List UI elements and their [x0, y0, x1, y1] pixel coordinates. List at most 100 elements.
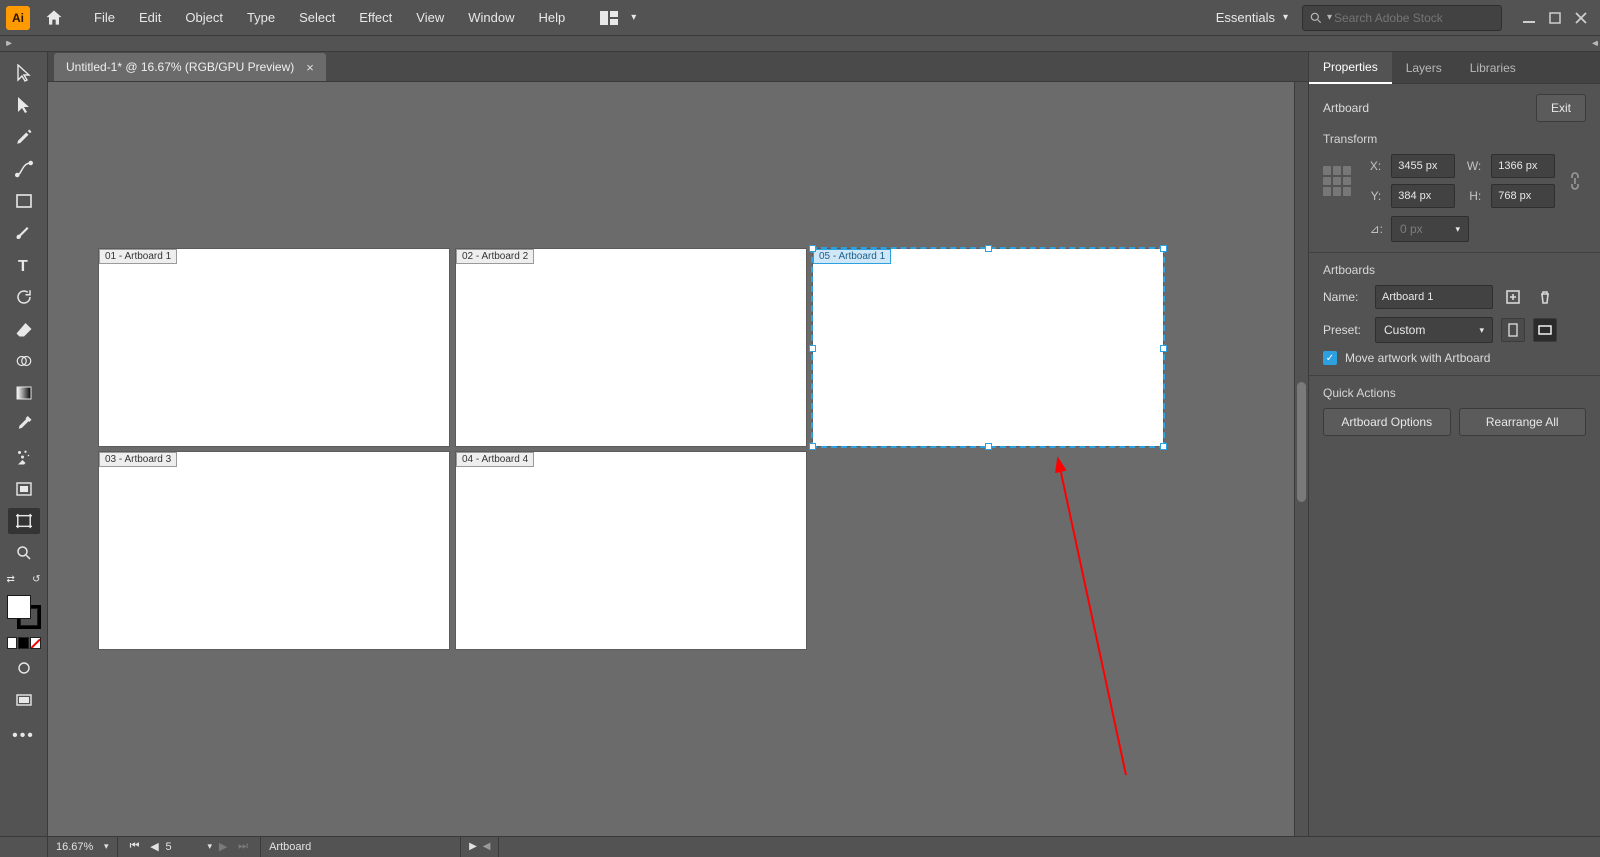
eyedropper-tool-icon[interactable]	[8, 412, 40, 438]
last-artboard-icon[interactable]: ⏭	[234, 838, 252, 856]
rectangle-tool-icon[interactable]	[8, 188, 40, 214]
constrain-proportions-icon[interactable]	[1563, 169, 1586, 193]
color-mode-row[interactable]	[7, 637, 41, 649]
menu-window[interactable]: Window	[456, 0, 526, 36]
panel-header-label: Artboard	[1323, 101, 1369, 115]
menu-effect[interactable]: Effect	[347, 0, 404, 36]
direct-selection-tool-icon[interactable]	[8, 92, 40, 118]
resize-handle[interactable]	[1160, 345, 1167, 352]
workspace-switcher[interactable]: Essentials ▾	[1202, 10, 1302, 25]
artboard-label: 03 - Artboard 3	[99, 452, 177, 467]
arrange-documents-icon[interactable]	[593, 5, 625, 31]
menu-object[interactable]: Object	[173, 0, 235, 36]
artboard-index-field[interactable]	[166, 841, 206, 853]
canvas[interactable]: 01 - Artboard 1 02 - Artboard 2 03 - Artbo…	[48, 82, 1308, 836]
panel-tab-properties[interactable]: Properties	[1309, 52, 1392, 84]
y-field[interactable]	[1391, 184, 1455, 208]
status-play-icon[interactable]: ▶	[469, 841, 477, 852]
home-icon[interactable]	[40, 4, 68, 32]
stock-search[interactable]: ▾	[1302, 5, 1502, 31]
resize-handle[interactable]	[1160, 443, 1167, 450]
pen-tool-icon[interactable]	[8, 124, 40, 150]
resize-handle[interactable]	[809, 443, 816, 450]
stock-search-input[interactable]	[1334, 11, 1495, 25]
menu-file[interactable]: File	[82, 0, 127, 36]
zoom-field[interactable]: ▾	[48, 837, 118, 857]
close-tab-icon[interactable]: ×	[306, 60, 314, 75]
rotate-tool-icon[interactable]	[8, 284, 40, 310]
h-field[interactable]	[1491, 184, 1555, 208]
canvas-scrollbar-vertical[interactable]	[1294, 82, 1308, 836]
resize-handle[interactable]	[809, 245, 816, 252]
zoom-tool-icon[interactable]	[8, 540, 40, 566]
exit-button[interactable]: Exit	[1536, 94, 1586, 122]
gradient-tool-icon[interactable]	[8, 380, 40, 406]
panel-tab-libraries[interactable]: Libraries	[1456, 52, 1530, 84]
shape-builder-tool-icon[interactable]	[8, 348, 40, 374]
fill-stroke-swatch[interactable]	[7, 595, 41, 629]
artboard-04[interactable]: 04 - Artboard 4	[456, 452, 806, 649]
menu-type[interactable]: Type	[235, 0, 287, 36]
expand-right-icon[interactable]: ◂◂	[1592, 38, 1594, 49]
first-artboard-icon[interactable]: ⏮	[126, 838, 144, 856]
menubar: Ai FileEditObjectTypeSelectEffectViewWin…	[0, 0, 1600, 36]
workspace-label: Essentials	[1216, 10, 1275, 25]
expand-left-icon[interactable]: ▸▸	[6, 38, 8, 49]
artboards-section-title: Artboards	[1323, 263, 1586, 277]
resize-handle[interactable]	[985, 443, 992, 450]
resize-handle[interactable]	[1160, 245, 1167, 252]
artboard-tool-icon[interactable]	[8, 508, 40, 534]
move-artwork-label: Move artwork with Artboard	[1345, 351, 1490, 365]
next-artboard-icon[interactable]: ▶	[214, 838, 232, 856]
name-label: Name:	[1323, 290, 1367, 304]
artboard-02[interactable]: 02 - Artboard 2	[456, 249, 806, 446]
type-tool-icon[interactable]: T	[8, 252, 40, 278]
default-fill-stroke-icon[interactable]: ↺	[32, 574, 40, 585]
document-tab[interactable]: Untitled-1* @ 16.67% (RGB/GPU Preview) ×	[54, 53, 326, 81]
screen-mode-icon[interactable]	[8, 687, 40, 713]
rearrange-all-button[interactable]: Rearrange All	[1459, 408, 1587, 436]
menu-select[interactable]: Select	[287, 0, 347, 36]
maximize-icon[interactable]	[1542, 6, 1568, 30]
chevron-down-icon[interactable]: ▾	[631, 12, 636, 23]
orientation-portrait-icon[interactable]	[1501, 318, 1525, 342]
document-tabbar: Untitled-1* @ 16.67% (RGB/GPU Preview) ×	[48, 52, 1308, 82]
new-artboard-icon[interactable]	[1501, 285, 1525, 309]
eraser-tool-icon[interactable]	[8, 316, 40, 342]
artboard-05[interactable]: 05 - Artboard 1	[813, 249, 1163, 446]
symbol-sprayer-tool-icon[interactable]	[8, 444, 40, 470]
minimize-icon[interactable]	[1516, 6, 1542, 30]
edit-toolbar-icon[interactable]: •••	[12, 727, 35, 745]
paintbrush-tool-icon[interactable]	[8, 220, 40, 246]
properties-panel: PropertiesLayersLibraries Artboard Exit …	[1308, 52, 1600, 836]
selection-tool-icon[interactable]	[8, 60, 40, 86]
menu-help[interactable]: Help	[526, 0, 577, 36]
h-label: H:	[1465, 189, 1481, 203]
menu-view[interactable]: View	[404, 0, 456, 36]
reference-point-grid[interactable]	[1323, 166, 1351, 196]
orientation-landscape-icon[interactable]	[1533, 318, 1557, 342]
artboard-01[interactable]: 01 - Artboard 1	[99, 249, 449, 446]
preset-select[interactable]: Custom ▾	[1375, 317, 1493, 343]
tools-panel: T ⇄ ↺ •••	[0, 52, 48, 836]
place-tool-icon[interactable]	[8, 476, 40, 502]
w-field[interactable]	[1491, 154, 1555, 178]
draw-mode-icon[interactable]	[8, 655, 40, 681]
curvature-tool-icon[interactable]	[8, 156, 40, 182]
prev-artboard-icon[interactable]: ◀	[146, 838, 164, 856]
x-field[interactable]	[1391, 154, 1455, 178]
swap-fill-stroke-icon[interactable]: ⇄	[7, 574, 15, 585]
panel-tab-layers[interactable]: Layers	[1392, 52, 1456, 84]
artboard-03[interactable]: 03 - Artboard 3	[99, 452, 449, 649]
artboard-label: 02 - Artboard 2	[456, 249, 534, 264]
menu-edit[interactable]: Edit	[127, 0, 173, 36]
resize-handle[interactable]	[809, 345, 816, 352]
artboard-name-field[interactable]	[1375, 285, 1493, 309]
artboard-options-button[interactable]: Artboard Options	[1323, 408, 1451, 436]
move-artwork-checkbox[interactable]: ✓	[1323, 351, 1337, 365]
delete-artboard-icon[interactable]	[1533, 285, 1557, 309]
close-icon[interactable]	[1568, 6, 1594, 30]
rotate-field[interactable]: 0 px ▾	[1391, 216, 1469, 242]
resize-handle[interactable]	[985, 245, 992, 252]
status-back-icon[interactable]: ◀	[483, 841, 491, 852]
